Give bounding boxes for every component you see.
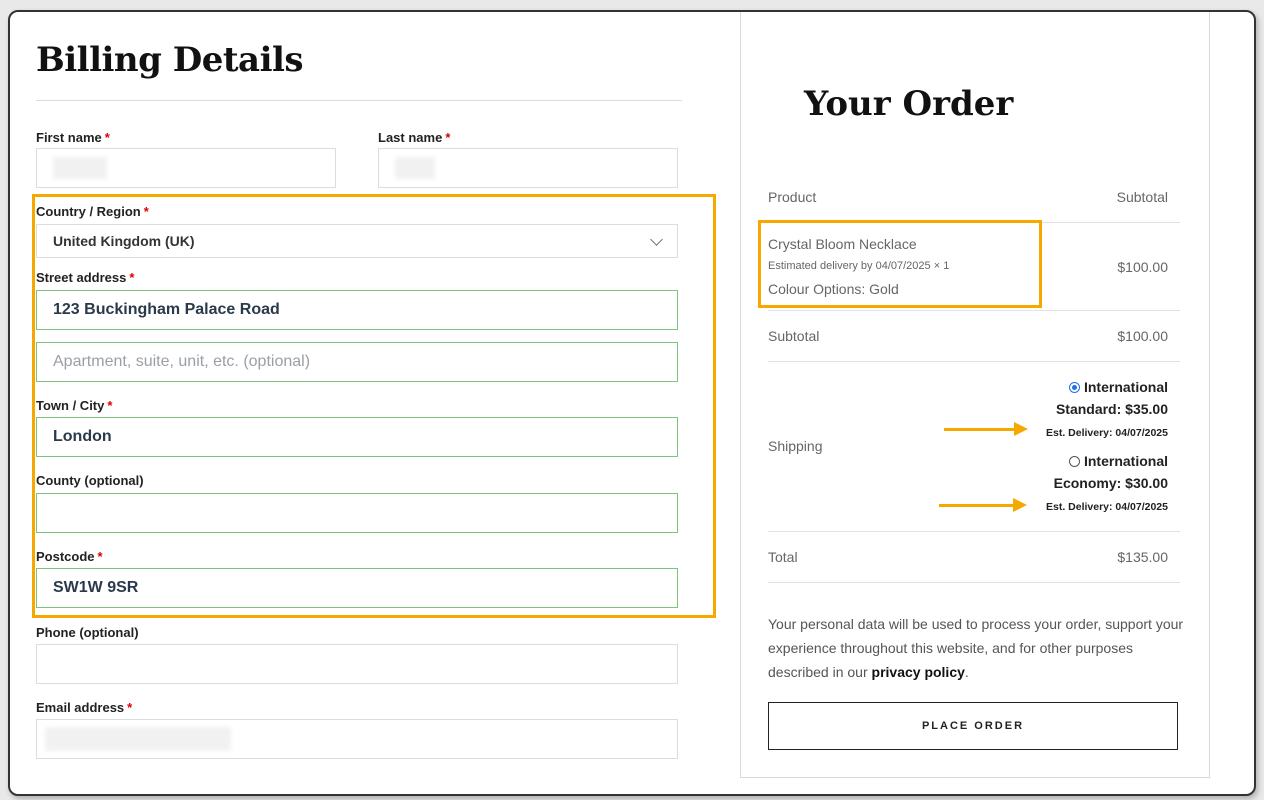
shipping-option-economy-line1: International <box>970 450 1168 472</box>
divider <box>768 310 1180 311</box>
arrow-shaft <box>944 428 1016 431</box>
total-label: Total <box>768 549 798 565</box>
last-name-field[interactable] <box>378 148 678 188</box>
ship2-line2: Economy: $30.00 <box>1053 475 1168 491</box>
redacted-value <box>395 157 435 179</box>
col-product-header: Product <box>768 189 817 205</box>
email-field[interactable] <box>36 719 678 759</box>
first-name-label-text: First name <box>36 130 102 145</box>
order-title: Your Order <box>804 84 1014 124</box>
divider <box>768 361 1180 362</box>
phone-field[interactable] <box>36 644 678 684</box>
last-name-label: Last name * <box>378 130 450 145</box>
privacy-end: . <box>964 664 969 680</box>
required-mark: * <box>104 130 110 145</box>
shipping-option-standard[interactable]: International Standard: $35.00 <box>970 376 1168 420</box>
divider <box>768 582 1180 583</box>
title-divider <box>36 100 682 101</box>
arrow-right-icon <box>1013 498 1027 512</box>
subtotal-value: $100.00 <box>1117 328 1168 344</box>
divider <box>768 531 1180 532</box>
email-label: Email address * <box>36 700 132 715</box>
item-price: $100.00 <box>1117 259 1168 275</box>
email-label-text: Email address <box>36 700 125 715</box>
ship1-line2: Standard: $35.00 <box>1055 401 1168 417</box>
total-value: $135.00 <box>1117 549 1168 565</box>
arrow-shaft <box>939 504 1015 507</box>
ship1-line1: International <box>1083 379 1168 395</box>
shipping-label: Shipping <box>768 438 823 454</box>
radio-unselected-icon[interactable] <box>1068 456 1080 467</box>
phone-label: Phone (optional) <box>36 625 139 640</box>
item-highlight-box <box>758 220 1042 308</box>
first-name-field[interactable] <box>36 148 336 188</box>
subtotal-label: Subtotal <box>768 328 820 344</box>
shipping-option-economy[interactable]: International Economy: $30.00 <box>970 450 1168 494</box>
address-highlight-box <box>32 194 716 618</box>
privacy-policy-link[interactable]: privacy policy <box>872 664 965 680</box>
place-order-button[interactable]: PLACE ORDER <box>768 702 1178 750</box>
ship2-est-delivery: Est. Delivery: 04/07/2025 <box>1045 501 1168 513</box>
privacy-text: Your personal data will be used to proce… <box>768 616 1184 680</box>
shipping-option-standard-line1: International <box>970 376 1168 398</box>
last-name-label-text: Last name <box>378 130 443 145</box>
col-subtotal-header: Subtotal <box>1116 189 1168 205</box>
redacted-value <box>45 727 231 751</box>
required-mark: * <box>127 700 133 715</box>
billing-title: Billing Details <box>36 40 304 80</box>
first-name-label: First name * <box>36 130 110 145</box>
redacted-value <box>53 157 107 179</box>
privacy-notice: Your personal data will be used to proce… <box>768 612 1188 684</box>
required-mark: * <box>445 130 451 145</box>
radio-selected-icon[interactable] <box>1068 382 1080 393</box>
arrow-right-icon <box>1014 422 1028 436</box>
checkout-window: Billing Details First name * Last name * C… <box>8 10 1256 796</box>
ship2-line1: International <box>1083 453 1168 469</box>
